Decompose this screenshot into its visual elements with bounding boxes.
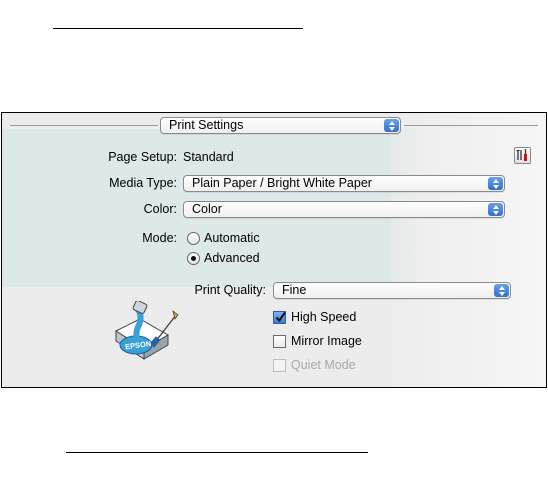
popup-arrows-icon [488, 203, 503, 216]
high-speed-label[interactable]: High Speed [291, 310, 356, 325]
mode-advanced-radio[interactable] [187, 252, 200, 265]
color-popup[interactable]: Color [183, 201, 505, 218]
print-quality-label: Print Quality: [194, 283, 266, 297]
checkmark-icon [275, 311, 286, 323]
mode-automatic-radio[interactable] [187, 232, 200, 245]
media-type-label: Media Type: [109, 176, 177, 190]
mode-automatic-label[interactable]: Automatic [204, 231, 260, 246]
print-settings-popup-label: Print Settings [169, 118, 244, 132]
print-quality-popup[interactable]: Fine [273, 282, 511, 299]
color-value: Color [192, 202, 222, 216]
popup-arrows-icon [488, 177, 503, 190]
high-speed-checkbox[interactable] [273, 311, 286, 324]
page-setup-value: Standard [183, 150, 234, 164]
header-separator-right [404, 125, 538, 126]
top-rule [53, 28, 303, 29]
utility-button[interactable] [514, 147, 531, 164]
print-settings-popup[interactable]: Print Settings [160, 117, 401, 134]
mode-advanced-label[interactable]: Advanced [204, 251, 260, 266]
page-setup-label: Page Setup: [108, 150, 177, 164]
header-separator-left [10, 125, 158, 126]
print-dialog: Print Settings Page Setup: Standard Medi… [1, 112, 547, 388]
print-quality-value: Fine [282, 283, 307, 297]
bottom-rule [66, 452, 368, 453]
epson-printer-icon: EPSON [114, 301, 179, 360]
quiet-mode-checkbox [273, 359, 286, 372]
media-type-value: Plain Paper / Bright White Paper [192, 176, 372, 190]
mirror-image-checkbox[interactable] [273, 335, 286, 348]
mode-label: Mode: [142, 231, 177, 245]
media-type-popup[interactable]: Plain Paper / Bright White Paper [183, 175, 505, 192]
popup-arrows-icon [384, 119, 399, 132]
color-label: Color: [143, 202, 177, 216]
mirror-image-label[interactable]: Mirror Image [291, 334, 362, 349]
popup-arrows-icon [494, 284, 509, 297]
tools-icon [516, 149, 527, 161]
quiet-mode-label: Quiet Mode [291, 358, 356, 372]
